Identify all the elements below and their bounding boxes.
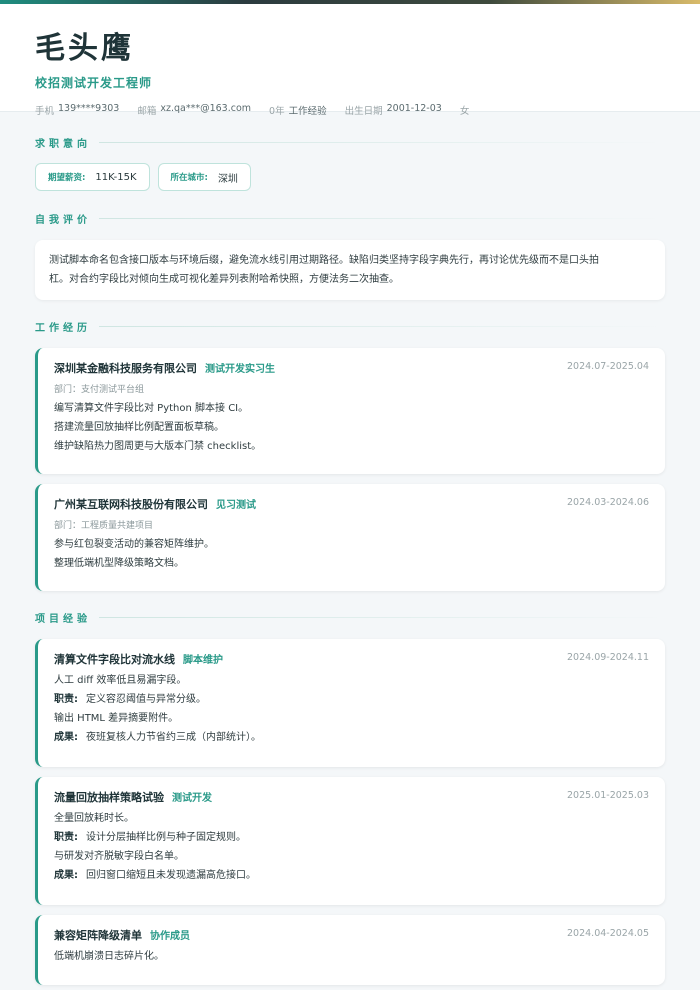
- section-divider: [99, 616, 665, 618]
- duty-label: 职责:: [54, 694, 78, 705]
- project-date: 2025.01-2025.03: [567, 790, 649, 801]
- contact-meta: 手机 139****9303 邮箱 xz.qa***@163.com 0年 工作…: [35, 103, 665, 117]
- work-date: 2024.03-2024.06: [567, 497, 649, 508]
- salary-value: 11K-15K: [95, 171, 137, 183]
- project-card-head: 清算文件字段比对流水线 脚本维护: [54, 651, 649, 667]
- company-name: 广州某互联网科技股份有限公司: [54, 498, 208, 511]
- phone-label: 手机: [35, 106, 55, 117]
- work-card: 广州某互联网科技股份有限公司 见习测试 2024.03-2024.06 部门：工…: [35, 484, 665, 591]
- section-title-text: 求职意向: [35, 138, 91, 150]
- project-name: 清算文件字段比对流水线: [54, 653, 175, 666]
- project-card: 清算文件字段比对流水线 脚本维护 2024.09-2024.11 人工 diff…: [35, 639, 665, 767]
- project-role: 协作成员: [150, 931, 190, 942]
- project-details: 全量回放耗时长。 职责: 设计分层抽样比例与种子固定规则。 与研发对齐脱敏字段白名…: [54, 809, 649, 885]
- city-chip: 所在城市: 深圳: [157, 163, 251, 191]
- email-label: 邮箱: [137, 106, 157, 117]
- project-details: 低端机崩溃日志碎片化。: [54, 947, 649, 966]
- project-card: 流量回放抽样策略试验 测试开发 2025.01-2025.03 全量回放耗时长。…: [35, 777, 665, 905]
- gender-item: 女: [460, 103, 470, 117]
- section-title-text: 工作经历: [35, 322, 91, 334]
- duty-line: 整理低端机型降级策略文档。: [54, 558, 184, 569]
- position-tag: 见习测试: [216, 500, 256, 511]
- section-title-intention: 求职意向: [35, 135, 665, 150]
- candidate-name: 毛头鹰: [35, 31, 134, 66]
- resume-body: 求职意向 期望薪资: 11K-15K 所在城市: 深圳 自我评价 测试脚本命名包…: [0, 135, 700, 985]
- salary-chip: 期望薪资: 11K-15K: [35, 163, 150, 191]
- experience-label: 工作经验: [288, 106, 327, 117]
- experience-years: 0年: [269, 106, 285, 117]
- city-value: 深圳: [217, 173, 238, 185]
- project-duty: 职责: 设计分层抽样比例与种子固定规则。: [54, 828, 649, 847]
- result-text: 回归窗口缩短且未发现遗漏高危接口。: [86, 870, 256, 881]
- project-duty-extra: 输出 HTML 差异摘要附件。: [54, 713, 179, 724]
- project-date: 2024.04-2024.05: [567, 928, 649, 939]
- duty-line: 参与红包裂变活动的兼容矩阵维护。: [54, 539, 214, 550]
- birth-value: 2001-12-03: [386, 103, 442, 114]
- work-card: 深圳某金融科技服务有限公司 测试开发实习生 2024.07-2025.04 部门…: [35, 348, 665, 474]
- duty-line: 搭建流量回放抽样比例配置面板草稿。: [54, 422, 224, 433]
- department: 部门：工程质量共建项目: [54, 521, 154, 531]
- duty-text: 定义容忍阈值与异常分级。: [86, 694, 206, 705]
- city-label: 所在城市:: [170, 173, 208, 183]
- summary-card: 测试脚本命名包含接口版本与环境后缀，避免流水线引用过期路径。缺陷归类坚持字段字典…: [35, 240, 665, 300]
- birth-item: 出生日期 2001-12-03: [345, 103, 442, 117]
- project-background: 全量回放耗时长。: [54, 813, 134, 824]
- project-role: 测试开发: [172, 793, 212, 804]
- phone-item: 手机 139****9303: [35, 103, 119, 117]
- project-result: 成果: 回归窗口缩短且未发现遗漏高危接口。: [54, 866, 649, 885]
- company-name: 深圳某金融科技服务有限公司: [54, 362, 197, 375]
- department: 部门：支付测试平台组: [54, 385, 145, 395]
- work-card-head: 深圳某金融科技服务有限公司 测试开发实习生: [54, 360, 649, 376]
- section-title-work: 工作经历: [35, 319, 665, 334]
- work-card-head: 广州某互联网科技股份有限公司 见习测试: [54, 496, 649, 512]
- project-details: 人工 diff 效率低且易漏字段。 职责: 定义容忍阈值与异常分级。 输出 HTM…: [54, 671, 649, 747]
- result-label: 成果:: [54, 732, 78, 743]
- project-duty: 职责: 定义容忍阈值与异常分级。: [54, 690, 649, 709]
- project-background: 人工 diff 效率低且易漏字段。: [54, 675, 187, 686]
- project-duty-extra: 与研发对齐脱敏字段白名单。: [54, 851, 184, 862]
- experience-item: 0年 工作经验: [269, 103, 327, 117]
- birth-label: 出生日期: [344, 106, 383, 117]
- work-duties: 编写清算文件字段比对 Python 脚本接 CI。 搭建流量回放抽样比例配置面板…: [54, 399, 649, 456]
- result-label: 成果:: [54, 870, 78, 881]
- project-name: 兼容矩阵降级清单: [54, 929, 142, 942]
- intention-chips: 期望薪资: 11K-15K 所在城市: 深圳: [35, 163, 665, 191]
- work-date: 2024.07-2025.04: [567, 361, 649, 372]
- duty-label: 职责:: [54, 832, 78, 843]
- result-text: 夜班复核人力节省约三成（内部统计）。: [86, 732, 261, 743]
- summary-line: 测试脚本命名包含接口版本与环境后缀，避免流水线引用过期路径。缺陷归类坚持字段字典…: [49, 255, 599, 266]
- project-card-head: 兼容矩阵降级清单 协作成员: [54, 927, 649, 943]
- duty-line: 维护缺陷热力图周更与大版本门禁 checklist。: [54, 441, 262, 452]
- duty-text: 设计分层抽样比例与种子固定规则。: [86, 832, 246, 843]
- project-card-head: 流量回放抽样策略试验 测试开发: [54, 789, 649, 805]
- section-divider: [99, 217, 665, 219]
- section-title-text: 自我评价: [35, 214, 91, 226]
- project-card: 兼容矩阵降级清单 协作成员 2024.04-2024.05 低端机崩溃日志碎片化…: [35, 915, 665, 985]
- section-title-projects: 项目经验: [35, 610, 665, 625]
- email-item: 邮箱 xz.qa***@163.com: [137, 103, 251, 117]
- position-tag: 测试开发实习生: [205, 364, 275, 375]
- section-divider: [99, 141, 665, 143]
- email-value: xz.qa***@163.com: [160, 103, 252, 114]
- project-result: 成果: 夜班复核人力节省约三成（内部统计）。: [54, 728, 649, 747]
- project-date: 2024.09-2024.11: [567, 652, 649, 663]
- section-title-summary: 自我评价: [35, 211, 665, 226]
- duty-line: 编写清算文件字段比对 Python 脚本接 CI。: [54, 403, 249, 414]
- resume-header: 毛头鹰 校招测试开发工程师 手机 139****9303 邮箱 xz.qa***…: [0, 4, 700, 117]
- project-background: 低端机崩溃日志碎片化。: [54, 951, 164, 962]
- work-duties: 参与红包裂变活动的兼容矩阵维护。 整理低端机型降级策略文档。: [54, 535, 649, 573]
- gender-value: 女: [459, 106, 470, 117]
- section-title-text: 项目经验: [35, 613, 91, 625]
- project-name: 流量回放抽样策略试验: [54, 791, 164, 804]
- target-role: 校招测试开发工程师: [35, 76, 153, 90]
- project-role: 脚本维护: [183, 655, 223, 666]
- section-divider: [99, 325, 665, 327]
- phone-value: 139****9303: [58, 103, 120, 114]
- salary-label: 期望薪资:: [48, 173, 86, 183]
- summary-line: 杠。对合约字段比对倾向生成可视化差异列表附哈希快照，方便法务二次抽查。: [49, 274, 399, 285]
